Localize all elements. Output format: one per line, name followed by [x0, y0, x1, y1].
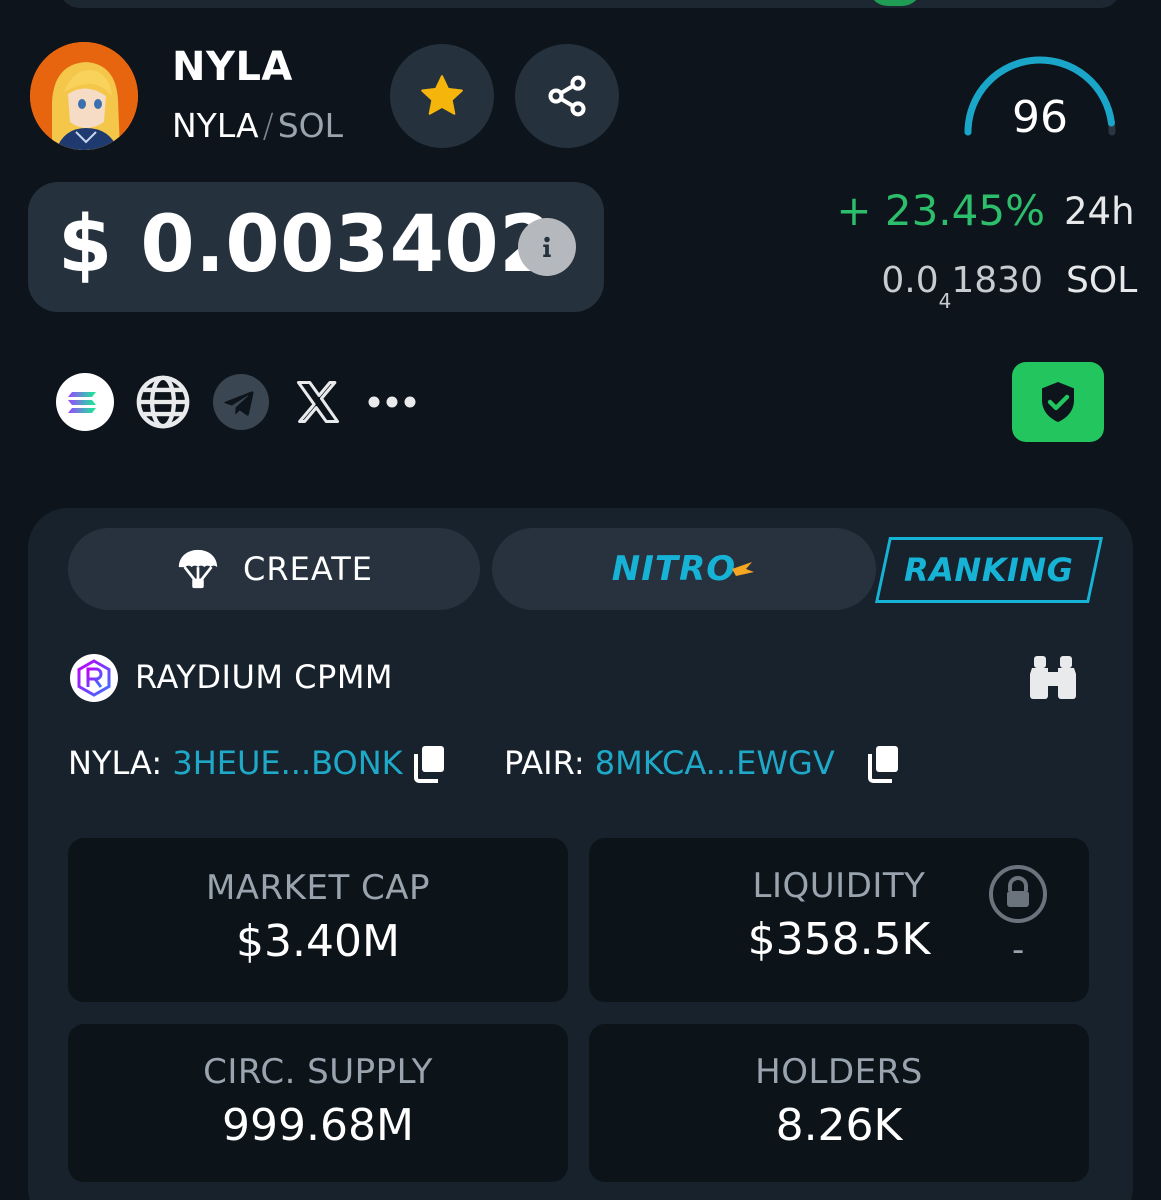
- sol-price: 0.041830: [881, 260, 1043, 313]
- usd-price: $ 0.003402: [58, 200, 554, 290]
- more-icon: [368, 396, 416, 408]
- telegram-icon: [213, 374, 269, 430]
- raydium-logo-icon: [68, 652, 120, 704]
- top-bar-remnant: [60, 0, 1120, 8]
- trading-pair: NYLA / SOL: [172, 106, 343, 145]
- x-link[interactable]: [288, 372, 348, 432]
- price-change: + 23.45%: [836, 186, 1045, 235]
- solana-link[interactable]: [55, 372, 115, 432]
- pair-address: PAIR: 8MKCA...EWGV: [504, 744, 835, 782]
- sol-price-zeros: 4: [938, 289, 952, 314]
- liquidity-lock-icon: [988, 864, 1048, 924]
- globe-icon: [136, 375, 190, 429]
- sol-price-main: 0.0: [881, 260, 939, 301]
- explore-button[interactable]: [1028, 654, 1078, 704]
- token-address-key: NYLA:: [68, 744, 163, 782]
- circ-supply-value: 999.68M: [222, 1100, 414, 1151]
- tab-nitro-label: NITRO: [611, 549, 737, 589]
- circ-supply-card: CIRC. SUPPLY 999.68M: [68, 1024, 568, 1182]
- tab-ranking[interactable]: RANKING: [874, 537, 1104, 603]
- tab-nitro[interactable]: NITRO: [492, 528, 876, 610]
- shield-check-icon: [1042, 382, 1074, 422]
- holders-value: 8.26K: [775, 1100, 903, 1151]
- market-cap-value: $3.40M: [236, 916, 400, 967]
- sol-unit: SOL: [1066, 260, 1138, 301]
- flame-icon: [732, 562, 755, 576]
- more-button[interactable]: [362, 372, 422, 432]
- pair-address-key: PAIR:: [504, 744, 585, 782]
- tab-ranking-label: RANKING: [904, 551, 1074, 589]
- x-icon: [296, 380, 340, 424]
- token-avatar: [30, 42, 138, 150]
- circ-supply-label: CIRC. SUPPLY: [203, 1052, 433, 1092]
- telegram-link[interactable]: [211, 372, 271, 432]
- solana-icon: [56, 373, 114, 431]
- holders-card: HOLDERS 8.26K: [589, 1024, 1089, 1182]
- share-button[interactable]: [515, 44, 619, 148]
- copy-icon: [868, 746, 898, 783]
- security-audit-button[interactable]: [1012, 362, 1104, 442]
- pair-separator: /: [262, 106, 274, 145]
- holders-label: HOLDERS: [755, 1052, 923, 1092]
- dex-name: RAYDIUM CPMM: [135, 658, 394, 696]
- favorite-button[interactable]: [390, 44, 494, 148]
- token-address-value[interactable]: 3HEUE...BONK: [172, 744, 402, 782]
- tab-create[interactable]: CREATE: [68, 528, 480, 610]
- star-icon: [421, 75, 463, 115]
- liquidity-lock-status: -: [1012, 930, 1025, 970]
- pair-quote: SOL: [277, 106, 343, 145]
- pair-base: NYLA: [172, 106, 259, 145]
- copy-icon: [414, 746, 444, 783]
- sol-price-rest: 1830: [951, 260, 1043, 301]
- score-value: 96: [1012, 92, 1068, 143]
- market-cap-label: MARKET CAP: [205, 868, 431, 908]
- change-period: 24h: [1064, 190, 1135, 233]
- copy-token-address-button[interactable]: [412, 744, 448, 788]
- token-address: NYLA: 3HEUE...BONK: [68, 744, 403, 782]
- market-cap-card: MARKET CAP $3.40M: [68, 838, 568, 1002]
- website-link[interactable]: [133, 372, 193, 432]
- pair-address-value[interactable]: 8MKCA...EWGV: [595, 744, 835, 782]
- info-icon[interactable]: [518, 218, 576, 276]
- tab-create-label: CREATE: [243, 550, 373, 588]
- token-name: NYLA: [172, 44, 293, 90]
- binoculars-icon: [1030, 656, 1076, 699]
- airdrop-icon: [178, 549, 218, 589]
- share-icon: [548, 75, 586, 117]
- copy-pair-address-button[interactable]: [866, 744, 902, 788]
